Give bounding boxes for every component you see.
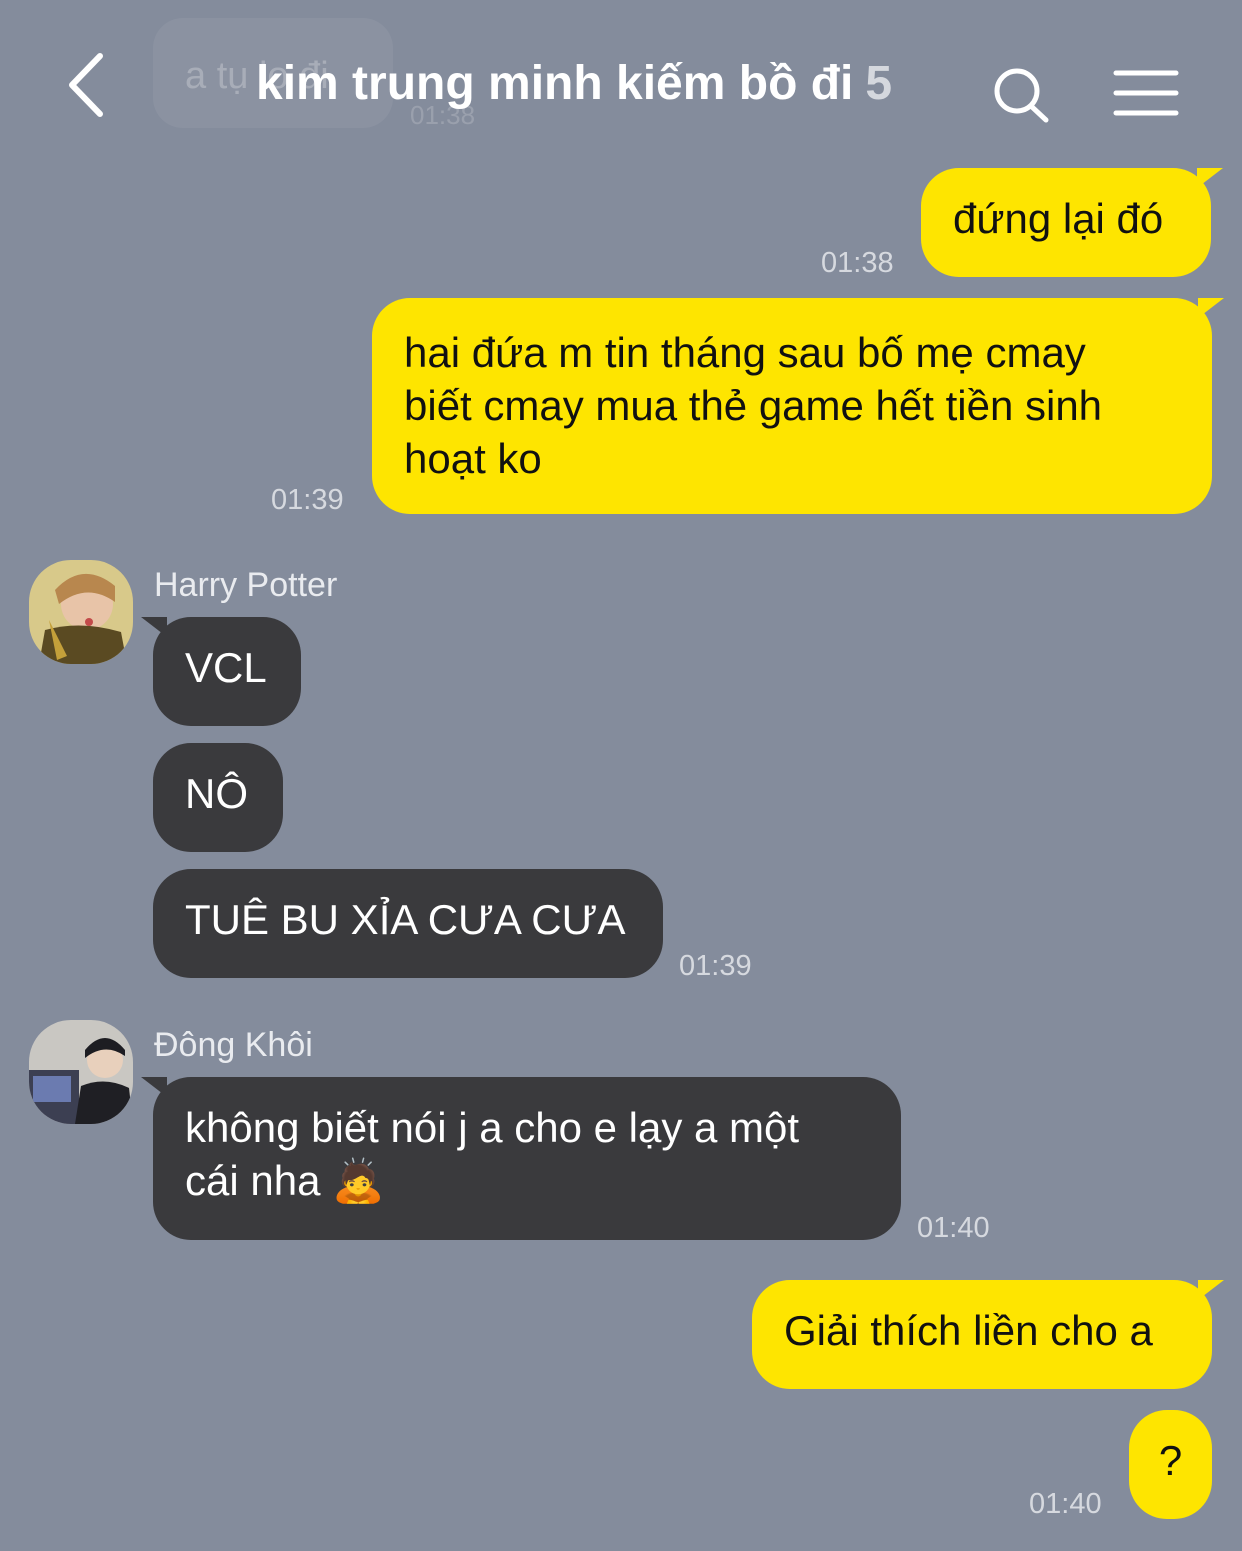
search-icon (994, 68, 1049, 123)
hamburger-menu-icon (1113, 70, 1179, 116)
sender-name: Harry Potter (154, 566, 338, 604)
chat-header: a tụ lo đi 01:38 kim trung minh kiếm bồ … (0, 0, 1242, 150)
message-line: cái nha 🙇 (185, 1157, 385, 1204)
message-line: biết cmay mua thẻ game hết tiền sinh (404, 382, 1103, 429)
message-line: không biết nói j a cho e lạy a một (185, 1104, 800, 1151)
menu-button[interactable] (1112, 68, 1180, 118)
my-message-bubble[interactable]: đứng lại đó (921, 168, 1223, 277)
message-text: đứng lại đó (953, 195, 1164, 242)
message-text: NÔ (185, 770, 248, 817)
avatar-harry-potter-image (29, 560, 133, 664)
their-message-bubble[interactable]: không biết nói j a cho e lạy a một cái n… (141, 1077, 901, 1240)
chat-title: kim trung minh kiếm bồ đi 5 (256, 56, 892, 111)
my-message-bubble[interactable]: ? (1129, 1410, 1212, 1519)
chevron-left-icon (69, 53, 103, 117)
message-time: 01:40 (917, 1212, 990, 1244)
member-count: 5 (865, 57, 893, 110)
message-text: VCL (185, 644, 267, 691)
avatar[interactable] (29, 1020, 133, 1124)
their-message-bubble[interactable]: VCL (141, 617, 301, 726)
message-time: 01:39 (679, 950, 752, 982)
message-text: TUÊ BU XỈA CƯA CƯA (185, 896, 626, 943)
message-time: 01:38 (821, 247, 894, 279)
their-message-bubble[interactable]: TUÊ BU XỈA CƯA CƯA (153, 869, 663, 978)
my-message-bubble[interactable]: Giải thích liền cho a (752, 1280, 1224, 1389)
back-button[interactable] (60, 50, 120, 120)
message-line: hai đứa m tin tháng sau bố mẹ cmay (404, 329, 1086, 376)
chat-title-text: kim trung minh kiếm bồ đi (256, 57, 854, 110)
avatar-dong-khoi-image (29, 1020, 133, 1124)
message-line: hoạt ko (404, 435, 542, 482)
my-message-bubble[interactable]: hai đứa m tin tháng sau bố mẹ cmay biết … (372, 298, 1224, 514)
message-time: 01:39 (271, 484, 344, 516)
search-button[interactable] (990, 62, 1054, 126)
message-text: ? (1158, 1437, 1183, 1484)
message-text: Giải thích liền cho a (784, 1307, 1153, 1354)
avatar[interactable] (29, 560, 133, 664)
message-time: 01:40 (1029, 1488, 1102, 1520)
sender-name: Đông Khôi (154, 1026, 313, 1064)
their-message-bubble[interactable]: NÔ (153, 743, 283, 852)
